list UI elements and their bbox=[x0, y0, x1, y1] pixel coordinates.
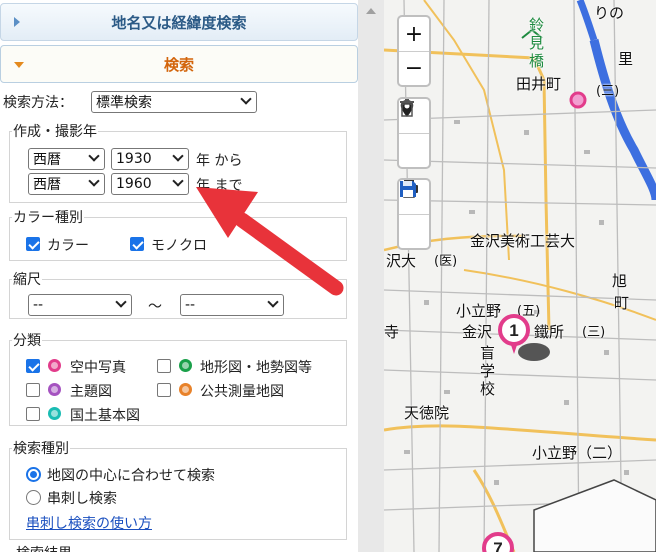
category-label-topo: 地形図・地勢図等 bbox=[200, 360, 312, 376]
to-era-value: 西暦 bbox=[33, 177, 61, 193]
to-year-value: 1960 bbox=[116, 176, 152, 192]
map-label: (医) bbox=[434, 254, 458, 269]
aerial-color-dot bbox=[48, 359, 61, 372]
from-era-select[interactable]: 西暦 bbox=[28, 148, 105, 170]
from-era-value: 西暦 bbox=[33, 152, 61, 168]
accordion-search-title: 検索 bbox=[163, 55, 194, 74]
map-label: りの bbox=[594, 4, 625, 22]
category-label-aerial: 空中写真 bbox=[70, 360, 126, 376]
small-photo-marker[interactable] bbox=[569, 91, 587, 109]
save-icon bbox=[400, 181, 416, 197]
chevron-down-icon bbox=[172, 150, 184, 162]
trash-icon bbox=[400, 99, 414, 117]
map-label: (三) bbox=[582, 325, 606, 340]
accordion-latlon-title: 地名又は経緯度検索 bbox=[111, 13, 247, 32]
search-type-legend: 検索種別 bbox=[12, 438, 70, 458]
map-label: 鐵所 bbox=[534, 323, 565, 341]
map-label: (三) bbox=[596, 84, 620, 99]
zoom-out-button[interactable]: − bbox=[399, 51, 429, 85]
category-checkbox-aerial[interactable] bbox=[26, 359, 40, 373]
accordion-search[interactable]: 検索 bbox=[0, 45, 358, 83]
mono-checkbox[interactable] bbox=[130, 237, 144, 251]
map-label: 小立野 bbox=[456, 302, 502, 320]
zoom-control: + − bbox=[397, 15, 431, 87]
mono-label: モノクロ bbox=[151, 238, 207, 254]
map-label: 金沢美術工芸大 bbox=[470, 232, 576, 250]
basic-map-color-dot bbox=[48, 407, 61, 420]
skewer-help-link[interactable]: 串刺し検索の使い方 bbox=[26, 513, 152, 533]
category-checkbox-topo[interactable] bbox=[157, 359, 171, 373]
search-type-center-radio[interactable] bbox=[26, 467, 41, 482]
year-legend: 作成・撮影年 bbox=[12, 121, 98, 141]
map-label: 田井町 bbox=[516, 75, 562, 93]
to-year-select[interactable]: 1960 bbox=[111, 173, 189, 195]
scale-tilde: ～ bbox=[148, 299, 162, 315]
from-year-value: 1930 bbox=[116, 151, 152, 167]
scale-max-select[interactable]: -- bbox=[180, 294, 284, 316]
to-suffix: 年 まで bbox=[196, 178, 243, 194]
collapsed-arrow-icon bbox=[14, 17, 20, 27]
from-suffix: 年 から bbox=[196, 153, 243, 169]
map-label: 橋 bbox=[529, 52, 545, 70]
thematic-color-dot bbox=[48, 383, 61, 396]
to-era-select[interactable]: 西暦 bbox=[28, 173, 105, 195]
category-label-basic-map: 国土基本図 bbox=[70, 408, 140, 424]
from-year-select[interactable]: 1930 bbox=[111, 148, 189, 170]
map-label: 金沢 bbox=[462, 323, 493, 341]
category-checkbox-basic-map[interactable] bbox=[26, 407, 40, 421]
color-checkbox[interactable] bbox=[26, 237, 40, 251]
category-checkbox-public-survey[interactable] bbox=[157, 383, 171, 397]
tool-control bbox=[397, 97, 431, 169]
scale-max-value: -- bbox=[185, 297, 196, 313]
map-label: 寺 bbox=[384, 323, 400, 341]
search-type-skewer-radio[interactable] bbox=[26, 490, 41, 505]
panel-scrollbar[interactable] bbox=[358, 0, 384, 552]
search-panel: 地名又は経緯度検索 検索 検索方法： 標準検索 作成・撮影年 西暦 1930 年… bbox=[0, 0, 358, 552]
chevron-down-icon bbox=[267, 296, 279, 308]
marker-7-number: 7 bbox=[493, 539, 502, 552]
map-label: 校 bbox=[480, 380, 496, 398]
scale-min-value: -- bbox=[33, 297, 44, 313]
scroll-up-icon[interactable] bbox=[366, 8, 376, 14]
scale-min-select[interactable]: -- bbox=[28, 294, 132, 316]
marker-1-number: 1 bbox=[509, 321, 518, 340]
scale-legend: 縮尺 bbox=[12, 269, 42, 289]
chevron-down-icon bbox=[240, 93, 252, 105]
search-type-center-label: 地図の中心に合わせて検索 bbox=[47, 468, 215, 484]
map-view[interactable]: + − りの 里 鈴 見 橋 田井町 (三) 金沢美術工芸大 沢大 (医) 旭 … bbox=[384, 0, 656, 552]
category-checkbox-thematic[interactable] bbox=[26, 383, 40, 397]
method-select[interactable]: 標準検索 bbox=[91, 91, 257, 113]
chevron-down-icon bbox=[172, 175, 184, 187]
result-legend: 検索結果 bbox=[16, 543, 72, 552]
category-label-thematic: 主題図 bbox=[70, 384, 112, 400]
category-label-public-survey: 公共測量地図 bbox=[200, 384, 284, 400]
trash-button[interactable] bbox=[399, 99, 429, 167]
topo-color-dot bbox=[179, 359, 192, 372]
print-save-control bbox=[397, 178, 431, 250]
map-label: 沢大 bbox=[386, 252, 417, 270]
accordion-latlon-search[interactable]: 地名又は経緯度検索 bbox=[0, 3, 358, 41]
map-label: 里 bbox=[618, 50, 634, 68]
expanded-arrow-icon bbox=[14, 62, 24, 68]
photo-marker-7[interactable]: 7 bbox=[482, 532, 514, 552]
zoom-in-button[interactable]: + bbox=[399, 17, 429, 51]
chevron-down-icon bbox=[115, 296, 127, 308]
search-type-skewer-label: 串刺し検索 bbox=[47, 491, 117, 507]
method-value: 標準検索 bbox=[96, 95, 152, 111]
chevron-down-icon bbox=[88, 175, 100, 187]
method-label: 検索方法： bbox=[3, 95, 73, 111]
map-label: 旭 bbox=[612, 272, 628, 290]
map-label: 小立野（二） bbox=[532, 444, 623, 462]
map-label: 町 bbox=[614, 294, 630, 312]
public-survey-color-dot bbox=[179, 383, 192, 396]
save-button[interactable] bbox=[399, 181, 429, 248]
chevron-down-icon bbox=[88, 150, 100, 162]
color-label: カラー bbox=[47, 238, 89, 254]
map-label: 天徳院 bbox=[404, 404, 450, 422]
category-legend: 分類 bbox=[12, 330, 42, 350]
color-legend: カラー種別 bbox=[12, 207, 84, 227]
